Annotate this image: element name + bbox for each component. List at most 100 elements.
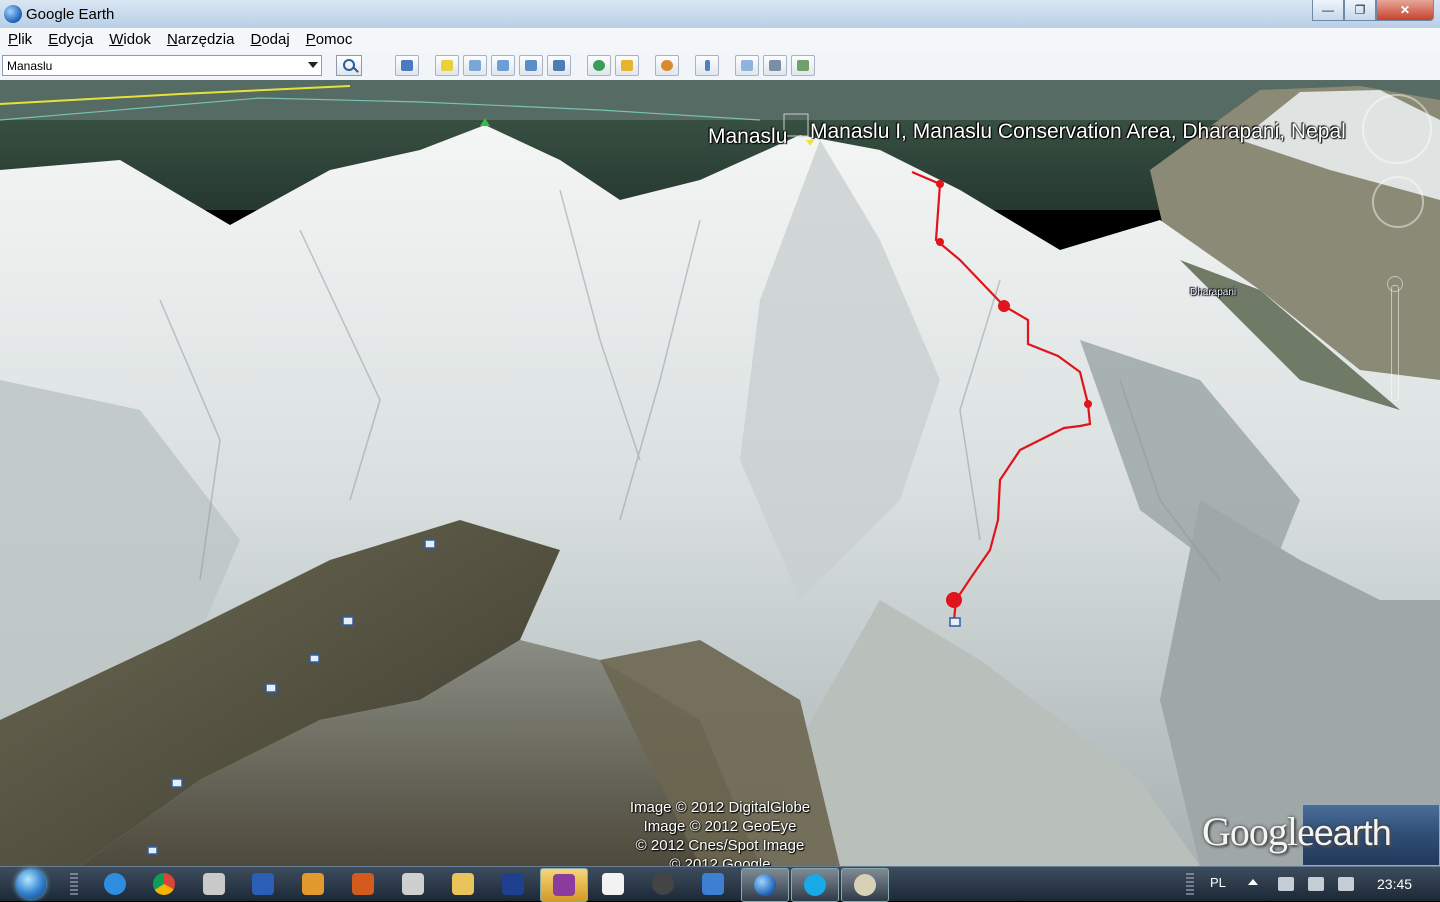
route-camp-marker[interactable] [998,300,1010,312]
taskbar-app[interactable] [201,871,227,897]
sunlight-button[interactable] [615,55,639,76]
taskbar-onenote[interactable] [540,868,588,902]
taskbar-grip [1186,873,1194,895]
place-label-full[interactable]: Manaslu I, Manaslu Conservation Area, Dh… [810,120,1346,144]
network-icon[interactable] [1338,877,1354,891]
window-title: Google Earth [26,6,115,23]
path-icon [497,60,509,71]
waypoint-icon[interactable] [342,616,354,626]
map-view[interactable]: Manaslu Manaslu I, Manaslu Conservation … [0,80,1440,866]
shield-icon [702,873,724,895]
folder-icon [452,873,474,895]
waypoint-icon[interactable] [171,778,183,788]
taskbar-document[interactable] [600,871,626,897]
taskbar-media-player[interactable] [300,871,326,897]
route-camp-marker[interactable] [946,592,962,608]
save-image-icon [797,60,809,71]
close-button[interactable]: ✕ [1376,0,1434,21]
title-bar: Google Earth — ❐ ✕ [0,0,1440,29]
zoom-slider[interactable] [1387,276,1403,401]
route-camp-marker[interactable] [1084,400,1092,408]
email-icon [741,60,753,71]
placemark-icon [441,60,453,71]
chrome-icon [153,873,175,895]
ruler-button[interactable] [695,55,719,76]
menu-help[interactable]: Pomoc [298,28,361,52]
menu-edit[interactable]: Edycja [40,28,101,52]
look-joystick[interactable] [1362,94,1432,164]
webcam-icon [652,873,674,895]
route-camp-marker[interactable] [936,180,944,188]
place-label-manaslu[interactable]: Manaslu [708,125,787,149]
google-earth-logo: Googleearth [1202,808,1392,855]
taskbar-ie[interactable] [102,871,128,897]
restore-button[interactable]: ❐ [1344,0,1376,21]
attribution-line: © 2012 Cnes/Spot Image [635,837,805,854]
tour-icon [553,60,565,71]
menu-view[interactable]: Widok [101,28,159,52]
attribution-line: Image © 2012 GeoEye [643,818,797,835]
start-button[interactable] [8,867,54,901]
save-image-button[interactable] [791,55,815,76]
paint-icon [854,874,876,896]
menu-bar: Plik Edycja Widok Narzędzia Dodaj Pomoc [0,28,1440,52]
planet-icon [661,60,673,71]
taskbar-calendar[interactable] [400,871,426,897]
historical-imagery-button[interactable] [587,55,611,76]
waypoint-icon[interactable] [147,846,158,855]
waypoint-icon[interactable] [309,654,320,663]
route-camp-marker[interactable] [936,238,944,246]
add-polygon-button[interactable] [463,55,487,76]
volume-icon[interactable] [1308,877,1324,891]
terrain-3d-view [0,80,1440,866]
record-tour-button[interactable] [547,55,571,76]
sidebar-toggle-button[interactable] [395,55,419,76]
print-button[interactable] [763,55,787,76]
system-clock[interactable]: 23:45 [1377,876,1412,892]
app-icon [203,873,225,895]
add-path-button[interactable] [491,55,515,76]
sidebar-icon [401,60,413,71]
waypoint-icon[interactable] [949,617,961,627]
image-overlay-icon [525,60,537,71]
search-combobox[interactable] [2,55,322,76]
onenote-icon [553,874,575,896]
window-controls: — ❐ ✕ [1312,0,1434,21]
google-earth-app-icon [4,5,22,23]
imagery-attribution: Image © 2012 DigitalGlobe Image © 2012 G… [610,798,830,866]
taskbar-grip [70,873,78,895]
waypoint-icon[interactable] [265,683,277,693]
logo-earth-text: earth [1313,812,1392,853]
media-player-icon [302,873,324,895]
add-placemark-button[interactable] [435,55,459,76]
taskbar-word[interactable] [250,871,276,897]
email-button[interactable] [735,55,759,76]
taskbar-google-earth[interactable] [741,868,789,902]
battery-icon[interactable] [1278,877,1294,891]
taskbar-paint[interactable] [841,868,889,902]
taskbar-explorer[interactable] [450,871,476,897]
taskbar-security[interactable] [700,871,726,897]
show-hidden-icons-arrow[interactable] [1248,879,1258,885]
search-button[interactable] [336,55,362,76]
minimize-button[interactable]: — [1312,0,1344,21]
windows-logo-icon [16,869,46,899]
menu-file[interactable]: Plik [0,28,40,52]
search-input[interactable] [3,56,301,76]
search-icon [343,59,355,71]
taskbar-skype[interactable] [791,868,839,902]
taskbar-camera[interactable] [650,871,676,897]
waypoint-icon[interactable] [424,539,436,549]
place-label-dharapani[interactable]: Dharapani [1190,287,1236,298]
calendar-icon [402,873,424,895]
menu-add[interactable]: Dodaj [242,28,297,52]
menu-tools[interactable]: Narzędzia [159,28,243,52]
dropdown-arrow-icon[interactable] [308,62,318,68]
taskbar-flag-app[interactable] [500,871,526,897]
switch-planet-button[interactable] [655,55,679,76]
language-indicator[interactable]: PL [1210,875,1226,890]
taskbar-powerpoint[interactable] [350,871,376,897]
move-joystick[interactable] [1372,176,1424,228]
taskbar-chrome[interactable] [151,871,177,897]
add-overlay-button[interactable] [519,55,543,76]
